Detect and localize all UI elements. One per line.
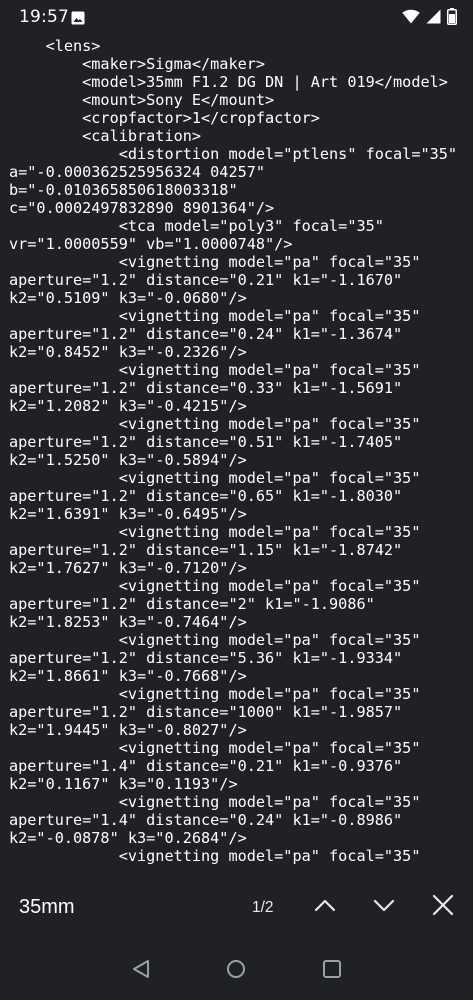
code-line: k2="1.6391" k3="-0.6495"/> (9, 505, 247, 523)
code-line: k2="-0.0878" k3="0.2684"/> (9, 829, 247, 847)
back-button[interactable] (129, 959, 153, 983)
status-bar: 19:57 (0, 0, 473, 36)
code-line: a="-0.000362525956324 04257" (9, 163, 266, 181)
code-line: k2="1.5250" k3="-0.5894"/> (9, 451, 247, 469)
back-icon (131, 959, 151, 983)
code-line: k2="1.2082" k3="-0.4215"/> (9, 397, 247, 415)
close-find-button[interactable] (428, 892, 458, 922)
status-time: 19:57 (19, 7, 69, 27)
code-line: c="0.0002497832890 8901364"/> (9, 199, 275, 217)
code-line: aperture="1.2" distance="0.21" k1="-1.16… (9, 271, 403, 289)
code-line: <maker>Sigma</maker> (9, 55, 266, 73)
code-line: aperture="1.2" distance="0.65" k1="-1.80… (9, 487, 403, 505)
code-line: aperture="1.2" distance="0.51" k1="-1.74… (9, 433, 403, 451)
code-line: <distortion model="ptlens" focal="35" (9, 145, 458, 163)
next-match-button[interactable] (369, 892, 399, 922)
navigation-bar (0, 942, 473, 1000)
code-line: <cropfactor>1</cropfactor> (9, 109, 320, 127)
code-line: <vignetting model="pa" focal="35" (9, 631, 421, 649)
code-line: k2="1.7627" k3="-0.7120"/> (9, 559, 247, 577)
status-icons (402, 7, 457, 29)
code-line: k2="1.9445" k3="-0.8027"/> (9, 721, 247, 739)
code-line: <vignetting model="pa" focal="35" (9, 685, 421, 703)
code-line: <vignetting model="pa" focal="35" (9, 253, 421, 271)
code-line: <vignetting model="pa" focal="35" (9, 415, 421, 433)
code-line: <vignetting model="pa" focal="35" (9, 847, 421, 864)
code-line: <vignetting model="pa" focal="35" (9, 577, 421, 595)
wifi-icon (402, 9, 420, 28)
code-line: k2="0.8452" k3="-0.2326"/> (9, 343, 247, 361)
code-line: aperture="1.2" distance="2" k1="-1.9086" (9, 595, 375, 613)
code-line: <vignetting model="pa" focal="35" (9, 469, 421, 487)
chevron-down-icon (372, 893, 396, 921)
recents-icon (322, 959, 342, 983)
recents-button[interactable] (320, 959, 344, 983)
find-in-page-bar: 35mm 1/2 (0, 872, 473, 942)
code-line: vr="1.0000559" vb="1.0000748"/> (9, 235, 293, 253)
code-line: aperture="1.2" distance="1000" k1="-1.98… (9, 703, 403, 721)
signal-icon (426, 9, 441, 28)
previous-match-button[interactable] (310, 892, 340, 922)
code-line: <vignetting model="pa" focal="35" (9, 523, 421, 541)
code-line: aperture="1.2" distance="0.33" k1="-1.56… (9, 379, 403, 397)
code-line: b="-0.010365850618003318" (9, 181, 238, 199)
code-line: <calibration> (9, 127, 202, 145)
code-line: k2="0.1167" k3="0.1193"/> (9, 775, 238, 793)
code-line: <mount>Sony E</mount> (9, 91, 275, 109)
find-input[interactable]: 35mm (19, 896, 75, 919)
code-line: k2="1.8253" k3="-0.7464"/> (9, 613, 247, 631)
code-line: k2="0.5109" k3="-0.0680"/> (9, 289, 247, 307)
code-line: <lens> (9, 37, 101, 55)
home-icon (226, 959, 246, 983)
code-line: <tca model="poly3" focal="35" (9, 217, 384, 235)
code-line: aperture="1.2" distance="5.36" k1="-1.93… (9, 649, 403, 667)
code-line: <vignetting model="pa" focal="35" (9, 793, 421, 811)
code-line: <model>35mm F1.2 DG DN | Art 019</model> (9, 73, 448, 91)
code-line: <vignetting model="pa" focal="35" (9, 739, 421, 757)
battery-icon (447, 7, 457, 29)
chevron-up-icon (313, 893, 337, 921)
source-view[interactable]: <lens> <maker>Sigma</maker> <model>35mm … (0, 36, 473, 864)
code-line: k2="1.8661" k3="-0.7668"/> (9, 667, 247, 685)
code-line: aperture="1.4" distance="0.24" k1="-0.89… (9, 811, 403, 829)
code-line: aperture="1.2" distance="0.24" k1="-1.36… (9, 325, 403, 343)
code-line: <vignetting model="pa" focal="35" (9, 361, 421, 379)
code-line: aperture="1.4" distance="0.21" k1="-0.93… (9, 757, 403, 775)
photo-icon (71, 10, 85, 25)
code-line: <vignetting model="pa" focal="35" (9, 307, 421, 325)
close-icon (431, 893, 455, 921)
code-line: aperture="1.2" distance="1.15" k1="-1.87… (9, 541, 403, 559)
home-button[interactable] (224, 959, 248, 983)
match-count: 1/2 (252, 899, 274, 916)
